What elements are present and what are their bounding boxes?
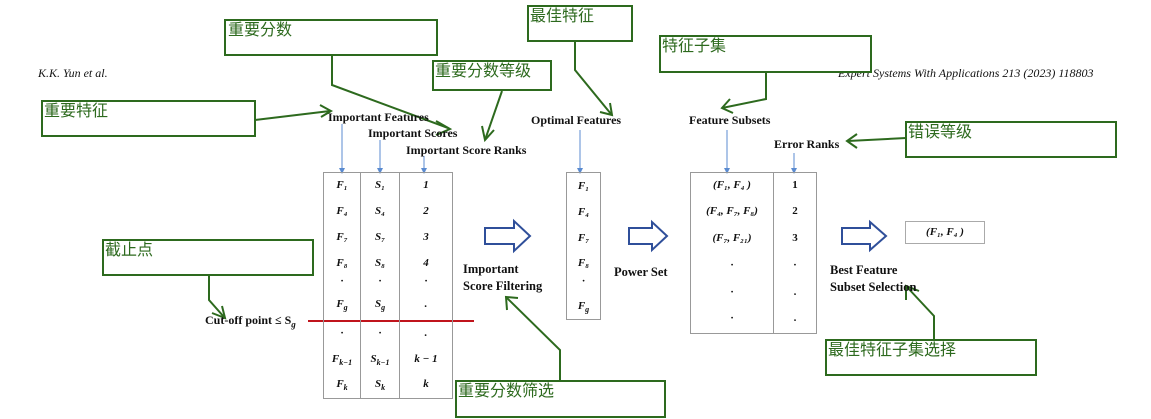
rank-cell: 4 — [423, 257, 429, 269]
subset-cell: (F₄, F₇, F₈) — [706, 205, 758, 217]
score-cell: Sg — [374, 298, 386, 313]
feature-cell: · — [340, 327, 344, 339]
rank-cell: k — [423, 378, 429, 390]
annotation-important-features: 重要特征 — [44, 101, 109, 120]
error-rank-cell: · — [793, 259, 797, 271]
feature-cell: F₄ — [336, 205, 348, 217]
score-cell: Sk — [374, 378, 386, 393]
annotation-error-ranks: 错误等级 — [908, 122, 973, 141]
error-ranks-column — [773, 172, 817, 334]
cutoff-subscript: g — [291, 319, 296, 330]
annotation-feature-subsets: 特征子集 — [662, 36, 727, 55]
optimal-feature-cell: · — [582, 275, 585, 287]
label-important-features: Important Features — [328, 110, 429, 124]
label-feature-subsets: Feature Subsets — [689, 113, 771, 127]
score-cell: Sk−1 — [370, 353, 390, 368]
score-cell: S₁ — [375, 179, 385, 191]
diagram-canvas: K.K. Yun et al. Expert Systems With Appl… — [0, 0, 1151, 419]
rank-cell: . — [424, 327, 428, 339]
rank-cell: · — [424, 275, 428, 287]
feature-cell: F₈ — [336, 257, 348, 269]
label-best-line1: Best Feature — [830, 263, 898, 277]
label-filtering-line1: Important — [463, 262, 519, 276]
error-rank-cell: . — [793, 312, 797, 324]
feature-cell: F₁ — [336, 179, 348, 191]
optimal-feature-cell: Fg — [577, 300, 590, 315]
optimal-features-column — [566, 172, 601, 320]
optimal-feature-cell: F₄ — [577, 206, 590, 218]
label-cutoff: Cut-off point ≤ Sg — [205, 313, 296, 329]
feature-cell: F₇ — [336, 231, 348, 243]
result-box: (F₁, F₄ ) — [905, 221, 985, 244]
error-rank-cell: . — [793, 286, 797, 298]
annotation-important-scores: 重要分数 — [228, 20, 293, 39]
score-cell: S₄ — [375, 205, 385, 217]
subset-cell: · — [730, 286, 734, 298]
score-cell: · — [378, 327, 382, 339]
rank-cell: . — [424, 298, 428, 310]
flow-arrow-icon — [484, 218, 532, 254]
feature-cell: Fk−1 — [331, 353, 353, 368]
label-power-set: Power Set — [614, 265, 668, 279]
subsets-column — [690, 172, 774, 334]
error-rank-cell: 2 — [792, 205, 798, 217]
feature-cell: Fg — [336, 298, 348, 313]
annotation-best-subset: 最佳特征子集选择 — [828, 340, 957, 359]
score-cell: S₈ — [375, 257, 385, 269]
rank-cell: 1 — [423, 179, 429, 191]
rank-cell: 3 — [423, 231, 429, 243]
label-important-scores: Important Scores — [368, 126, 458, 140]
label-optimal-features: Optimal Features — [531, 113, 622, 127]
flow-arrow-icon — [628, 219, 669, 253]
annotation-score-filtering: 重要分数筛选 — [458, 381, 555, 400]
annotation-optimal-features: 最佳特征 — [530, 6, 595, 25]
feature-cell: · — [340, 275, 344, 287]
rank-cell: 2 — [423, 205, 429, 217]
subset-cell: · — [730, 259, 734, 271]
optimal-feature-cell: F₁ — [577, 180, 590, 192]
optimal-feature-cell: F₈ — [577, 257, 590, 269]
error-rank-cell: 3 — [792, 232, 798, 244]
subset-cell: (F₁, F₄ ) — [713, 179, 751, 191]
error-rank-cell: 1 — [792, 179, 798, 191]
cutoff-text: Cut-off point ≤ S — [205, 313, 292, 327]
annotation-score-ranks: 重要分数等级 — [435, 61, 532, 80]
label-error-ranks: Error Ranks — [774, 137, 840, 151]
optimal-feature-cell: F₇ — [577, 232, 590, 244]
label-filtering-line2: Score Filtering — [463, 279, 543, 293]
score-cell: S₇ — [375, 231, 385, 243]
label-important-score-ranks: Important Score Ranks — [406, 143, 527, 157]
annotation-cutoff: 截止点 — [105, 240, 154, 259]
flow-arrow-icon — [841, 219, 888, 253]
label-best-line2: Subset Selection — [830, 280, 917, 294]
score-cell: · — [378, 275, 382, 287]
subset-cell: (F₇, F₂₁) — [712, 232, 752, 244]
subset-cell: · — [730, 312, 734, 324]
feature-cell: Fk — [336, 378, 348, 393]
rank-cell: k − 1 — [414, 353, 438, 365]
